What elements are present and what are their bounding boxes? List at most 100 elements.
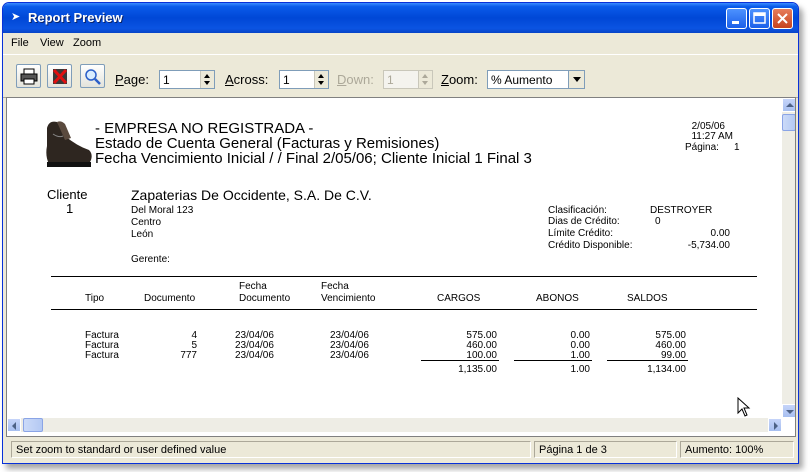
col-documento: Documento [144, 293, 196, 304]
cargos-total-rule [421, 360, 499, 361]
menu-bar: File View Zoom [3, 33, 798, 53]
across-spinner[interactable]: 1 [279, 70, 329, 89]
row-documento: 777 [180, 350, 197, 361]
close-icon [777, 13, 788, 24]
status-page-panel: Página 1 de 3 [534, 441, 677, 458]
across-label: Across: [225, 72, 269, 87]
header-rule-bottom [51, 309, 757, 310]
credito-disponible-label: Crédito Disponible: [548, 240, 633, 251]
minimize-icon [732, 21, 739, 24]
clasificacion-value: DESTROYER [650, 205, 713, 216]
client-address-2: Centro [131, 217, 162, 228]
page-value: 1 [163, 73, 170, 87]
menu-file[interactable]: File [11, 37, 29, 49]
page-spinner[interactable]: 1 [159, 70, 215, 89]
col-tipo: Tipo [85, 293, 105, 304]
dias-credito-label: Dias de Crédito: [548, 216, 620, 227]
menu-view[interactable]: View [40, 37, 64, 49]
zoom-label: Zoom: [441, 72, 478, 87]
client-name: Zapaterias De Occidente, S.A. De C.V. [131, 187, 372, 203]
magnifier-icon [85, 69, 101, 85]
col-cargos: CARGOS [437, 293, 481, 304]
header-rule-top [51, 276, 757, 277]
vertical-scroll-thumb[interactable] [782, 114, 795, 131]
row-tipo: Factura [85, 350, 119, 361]
limite-credito-value: 0.00 [710, 228, 730, 239]
scroll-left-icon [12, 422, 16, 430]
shoe-logo [46, 121, 92, 167]
title-bar[interactable]: ➤ Report Preview [3, 3, 798, 33]
zoom-select[interactable]: % Aumento [487, 70, 585, 89]
status-page: Página 1 de 3 [539, 444, 607, 456]
horizontal-scrollbar[interactable] [7, 418, 782, 432]
scroll-down-button[interactable] [782, 404, 795, 418]
status-bar: Set zoom to standard or user defined val… [3, 439, 798, 463]
client-address-1: Del Moral 123 [131, 205, 194, 216]
row-fecha-venc: 23/04/06 [330, 350, 369, 361]
report-page: - EMPRESA NO REGISTRADA - Estado de Cuen… [7, 98, 782, 418]
scroll-left-button[interactable] [7, 418, 21, 432]
total-abonos: 1.00 [570, 364, 590, 375]
close-button[interactable] [772, 8, 793, 29]
app-icon: ➤ [11, 11, 21, 23]
col-abonos: ABONOS [536, 293, 579, 304]
col-fecha-doc-2: Documento [239, 293, 291, 304]
row-fecha-doc: 23/04/06 [235, 350, 274, 361]
report-time: 11:27 AM [691, 131, 733, 142]
dias-credito-value: 0 [655, 216, 661, 227]
scroll-right-button[interactable] [768, 418, 782, 432]
page-number: 1 [734, 142, 740, 153]
mouse-cursor-icon [737, 397, 751, 417]
down-spinner-arrows[interactable] [418, 71, 432, 88]
zoom-button[interactable] [80, 64, 105, 88]
client-city: León [131, 229, 154, 240]
report-preview-window: ➤ Report Preview File View Zoom Page: 1 … [2, 2, 799, 464]
vertical-scrollbar[interactable] [782, 98, 795, 418]
page-spinner-arrows[interactable] [200, 71, 214, 88]
down-label: Down: [337, 72, 374, 87]
col-fecha-venc-1: Fecha [321, 281, 349, 292]
credito-disponible-value: -5,734.00 [687, 240, 730, 251]
scroll-right-icon [774, 422, 778, 430]
status-zoom-panel: Aumento: 100% [680, 441, 794, 458]
col-fecha-venc-2: Vencimiento [321, 293, 376, 304]
across-spinner-arrows[interactable] [314, 71, 328, 88]
scroll-up-icon [786, 103, 794, 107]
report-subtitle: Fecha Vencimiento Inicial / / Final 2/05… [95, 150, 532, 167]
horizontal-scroll-thumb[interactable] [23, 418, 43, 432]
status-hint: Set zoom to standard or user defined val… [16, 444, 227, 456]
maximize-icon [753, 12, 766, 24]
report-preview-area[interactable]: - EMPRESA NO REGISTRADA - Estado de Cuen… [6, 97, 796, 437]
across-value: 1 [283, 73, 290, 87]
down-spinner[interactable]: 1 [383, 70, 433, 89]
saldos-total-rule [607, 360, 688, 361]
scroll-up-button[interactable] [782, 98, 795, 112]
zoom-value: % Aumento [491, 73, 553, 87]
clasificacion-label: Clasificación: [548, 205, 607, 216]
zoom-dropdown-button[interactable] [568, 71, 584, 88]
print-button[interactable] [16, 64, 41, 88]
maximize-button[interactable] [749, 8, 770, 29]
chevron-down-icon [573, 77, 581, 82]
cancel-icon [52, 68, 68, 85]
scroll-down-icon [786, 410, 794, 414]
col-fecha-doc-1: Fecha [239, 281, 267, 292]
window-title: Report Preview [28, 10, 123, 25]
page-label: Page: [115, 72, 149, 87]
abonos-total-rule [514, 360, 592, 361]
minimize-button[interactable] [726, 8, 747, 29]
client-number: 1 [66, 201, 74, 216]
printer-icon [20, 68, 38, 85]
manager-label: Gerente: [131, 254, 170, 265]
limite-credito-label: Límite Crédito: [548, 228, 614, 239]
client-label: Cliente [47, 187, 88, 202]
close-report-button[interactable] [47, 64, 72, 88]
total-saldos: 1,134.00 [647, 364, 686, 375]
page-number-label: Página: [685, 142, 719, 153]
toolbar: Page: 1 Across: 1 Down: 1 Zoom: % Aument… [3, 54, 798, 98]
col-saldos: SALDOS [627, 293, 668, 304]
menu-zoom[interactable]: Zoom [73, 37, 101, 49]
down-value: 1 [387, 73, 394, 87]
status-hint-panel: Set zoom to standard or user defined val… [11, 441, 531, 458]
total-cargos: 1,135.00 [458, 364, 497, 375]
